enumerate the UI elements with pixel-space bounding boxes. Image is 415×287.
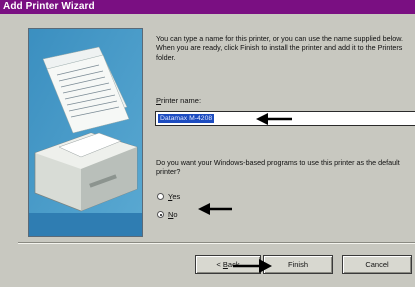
printer-name-field[interactable]: Datamax M-4208 [155,111,415,126]
button-separator [18,242,415,244]
radio-yes-button[interactable] [157,193,164,200]
finish-button[interactable]: Finish [263,255,333,274]
window-title: Add Printer Wizard [3,1,95,12]
add-printer-wizard-dialog: Add Printer Wizard You can type a name f… [0,0,415,287]
printer-name-label-rest: rinter name: [161,96,202,105]
radio-yes-label-rest: es [172,192,181,201]
back-button-label-rest: ack [227,260,240,269]
default-printer-question: Do you want your Windows-based programs … [156,158,400,177]
cancel-button[interactable]: Cancel [342,255,412,274]
printer-illustration-icon [29,29,142,236]
back-button-label: < Back [196,260,260,269]
back-button[interactable]: < Back [195,255,261,274]
printer-name-value: Datamax M-4208 [158,114,215,123]
radio-no-label[interactable]: No [168,210,178,219]
title-bar[interactable]: Add Printer Wizard [0,0,415,14]
intro-text: You can type a name for this printer, or… [156,34,404,62]
radio-yes-label[interactable]: Yes [168,192,180,201]
finish-button-label: Finish [287,260,308,269]
cancel-button-label: Cancel [365,260,389,269]
arrow-annotation-icon [198,203,232,215]
radio-selected-dot [159,213,162,216]
radio-no-button[interactable] [157,211,164,218]
radio-no-label-rest: o [173,210,178,219]
printer-name-label: Printer name: [156,96,201,105]
printer-illustration [28,28,143,237]
